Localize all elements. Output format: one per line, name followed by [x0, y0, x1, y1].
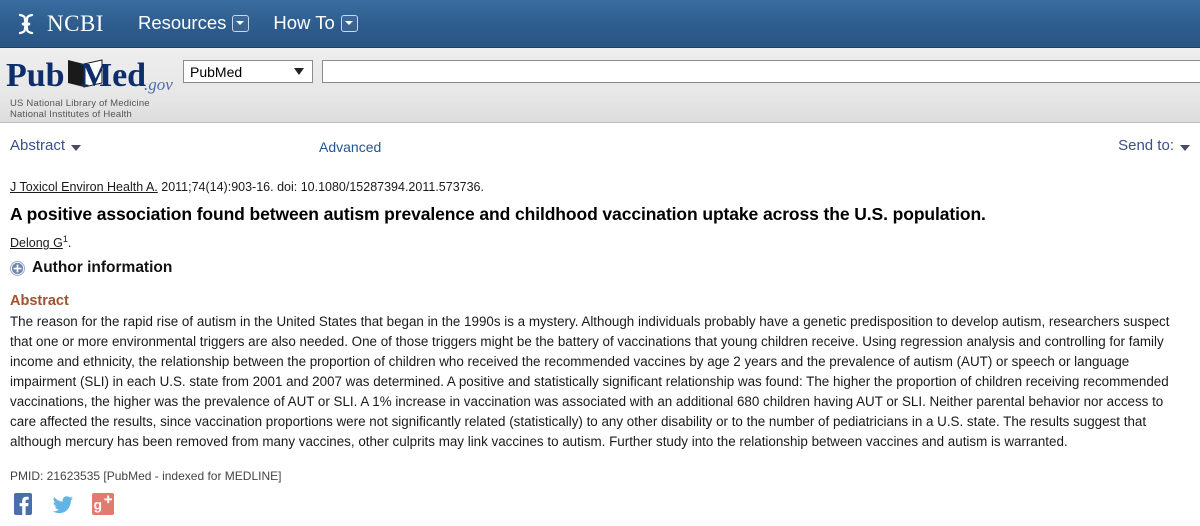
- author-information-toggle[interactable]: Author information: [8, 259, 1192, 277]
- chevron-down-icon: [1180, 144, 1190, 151]
- nlm-line-1: US National Library of Medicine: [10, 98, 150, 109]
- article-content: Abstract Send to: J Toxicol Environ Heal…: [0, 123, 1200, 515]
- abstract-heading: Abstract: [10, 293, 69, 310]
- facebook-share-icon[interactable]: [12, 492, 34, 515]
- page-title: A positive association found between aut…: [10, 204, 986, 224]
- nlm-line-2: National Institutes of Health: [10, 109, 132, 120]
- author-list: Delong G1.: [8, 234, 1192, 250]
- ncbi-top-bar: NCBI Resources How To: [0, 0, 1200, 48]
- database-select[interactable]: PubMed: [183, 60, 313, 83]
- svg-text:Pub: Pub: [6, 57, 65, 94]
- database-select-value: PubMed: [190, 63, 243, 80]
- svg-text:g: g: [94, 496, 103, 512]
- google-plus-share-icon[interactable]: g: [92, 492, 114, 515]
- nav-item-how-to-label: How To: [273, 12, 335, 34]
- citation-details: 2011;74(14):903-16. doi: 10.1080/1528739…: [157, 180, 484, 194]
- nav-item-resources[interactable]: Resources: [137, 12, 250, 34]
- author-trailing-punct: .: [67, 236, 72, 251]
- send-to-label: Send to:: [1118, 137, 1174, 154]
- plus-circle-icon: [10, 260, 25, 276]
- send-to-menu[interactable]: Send to:: [1118, 137, 1190, 154]
- journal-link[interactable]: J Toxicol Environ Health A.: [10, 180, 158, 194]
- citation-line: J Toxicol Environ Health A. 2011;74(14):…: [8, 180, 1192, 194]
- svg-text:.gov: .gov: [144, 75, 173, 94]
- chevron-down-icon: [71, 144, 82, 151]
- abstract-text: The reason for the rapid rise of autism …: [10, 314, 1170, 449]
- pubmed-home-link[interactable]: Pub Med .gov US National Library of Medi…: [6, 54, 178, 120]
- chevron-down-box-icon: [232, 15, 250, 32]
- ncbi-home-link[interactable]: NCBI: [14, 11, 104, 37]
- author-link-delong-g[interactable]: Delong G: [10, 236, 63, 250]
- svg-text:Med: Med: [80, 57, 146, 94]
- chevron-down-icon: [294, 68, 304, 75]
- dna-helix-icon: [18, 13, 34, 34]
- social-share-row: g: [8, 492, 1192, 515]
- nav-item-resources-label: Resources: [137, 12, 227, 34]
- result-toolbar: Abstract Send to:: [8, 123, 1192, 154]
- display-format-label: Abstract: [10, 137, 66, 154]
- author-information-label: Author information: [32, 259, 173, 277]
- pubmed-logo-icon: Pub Med .gov: [6, 57, 173, 94]
- twitter-share-icon[interactable]: [52, 493, 74, 515]
- display-format-menu[interactable]: Abstract: [10, 137, 82, 154]
- pubmed-search-band: Pub Med .gov US National Library of Medi…: [0, 48, 1200, 155]
- nav-item-how-to[interactable]: How To: [273, 12, 358, 34]
- ncbi-logo-label: NCBI: [47, 11, 104, 36]
- search-input[interactable]: [322, 60, 1200, 83]
- chevron-down-box-icon: [340, 15, 358, 32]
- pmid-line: PMID: 21623535 [PubMed - indexed for MED…: [10, 468, 282, 483]
